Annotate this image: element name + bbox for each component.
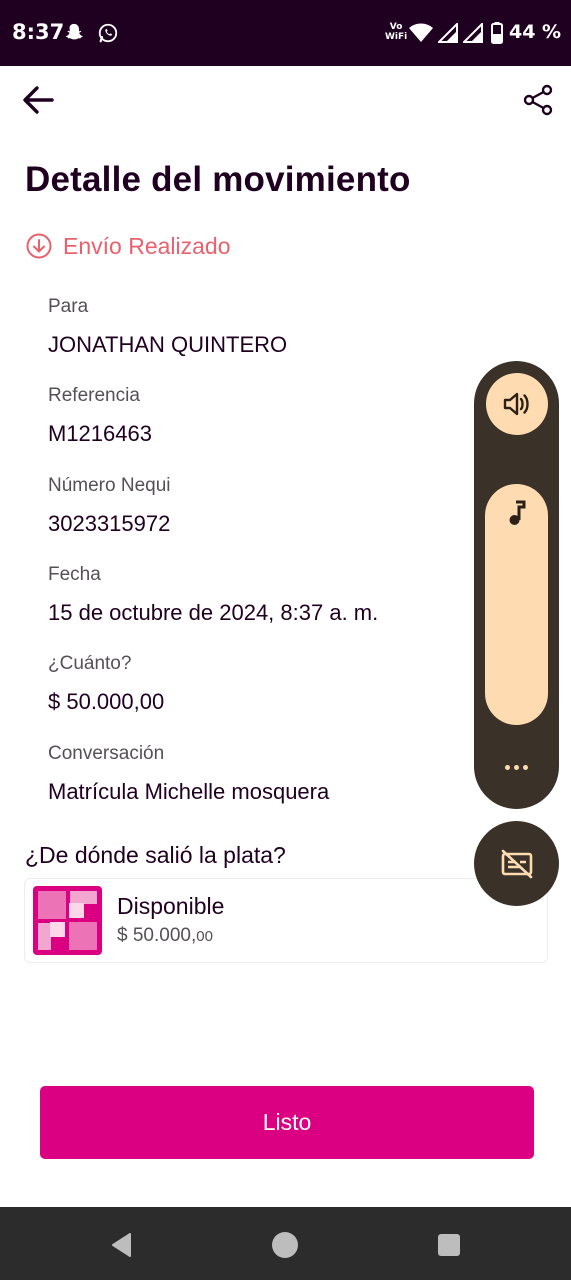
music-note-icon [485,500,548,526]
field-value: M1216463 [48,421,152,446]
speaker-button[interactable] [486,373,548,435]
battery-percentage: 44 % [509,21,562,43]
arrow-left-icon [23,86,54,114]
nav-back-icon [112,1233,131,1257]
field-label: Para [48,296,89,317]
page-title: Detalle del movimiento [25,160,411,199]
share-icon [523,84,553,116]
nav-recents-button[interactable] [429,1225,469,1265]
status-time: 8:37 [12,20,65,44]
battery-icon [490,20,504,46]
amount-field: ¿Cuánto? $ 50.000,00 [48,653,164,715]
back-button[interactable] [18,80,58,120]
source-section-title: ¿De dónde salió la plata? [25,842,286,868]
transaction-status: Envío Realizado [25,232,231,260]
media-volume-slider[interactable] [485,484,548,725]
account-name: Disponible [117,893,225,919]
conversation-field: Conversación Matrícula Michelle mosquera [48,743,329,805]
recipient-field: Para JONATHAN QUINTERO [48,296,287,358]
field-value: 3023315972 [48,511,171,536]
field-value: JONATHAN QUINTERO [48,332,288,357]
whatsapp-icon [96,20,120,46]
more-dots-icon[interactable] [474,753,559,781]
nav-home-icon [272,1232,298,1258]
date-field: Fecha 15 de octubre de 2024, 8:37 a. m. [48,564,378,626]
reference-field: Referencia M1216463 [48,385,152,447]
nequi-number-field: Número Nequi 3023315972 [48,475,171,537]
field-label: Número Nequi [48,475,171,496]
signal-icon [462,20,484,46]
field-value: Matrícula Michelle mosquera [48,779,330,804]
nav-back-button[interactable] [101,1225,141,1265]
nequi-pocket-logo [33,886,102,955]
speaker-icon [503,392,529,416]
live-caption-button[interactable] [474,821,559,906]
arrow-down-circle-icon [26,233,52,259]
source-account-card: Disponible $ 50.000,00 [24,878,548,963]
captions-off-icon [501,849,532,878]
done-button[interactable]: Listo [40,1086,534,1159]
status-bar: 8:37 Vo WiFi 44 % [0,0,571,66]
field-value: $ 50.000,00 [48,689,165,714]
wifi-icon [408,20,434,46]
nav-recents-icon [438,1234,460,1256]
field-label: Referencia [48,385,140,406]
transaction-status-text: Envío Realizado [63,232,231,259]
snapchat-icon [62,20,86,46]
volume-panel [474,361,559,809]
signal-icon [437,20,459,46]
nav-home-button[interactable] [265,1225,305,1265]
system-nav-bar [0,1207,571,1280]
field-label: Conversación [48,743,165,764]
share-button[interactable] [518,80,558,120]
field-value: 15 de octubre de 2024, 8:37 a. m. [48,600,379,625]
account-balance: $ 50.000,00 [117,925,213,946]
vowifi-indicator: Vo WiFi [385,22,408,42]
field-label: ¿Cuánto? [48,653,132,674]
field-label: Fecha [48,564,101,585]
